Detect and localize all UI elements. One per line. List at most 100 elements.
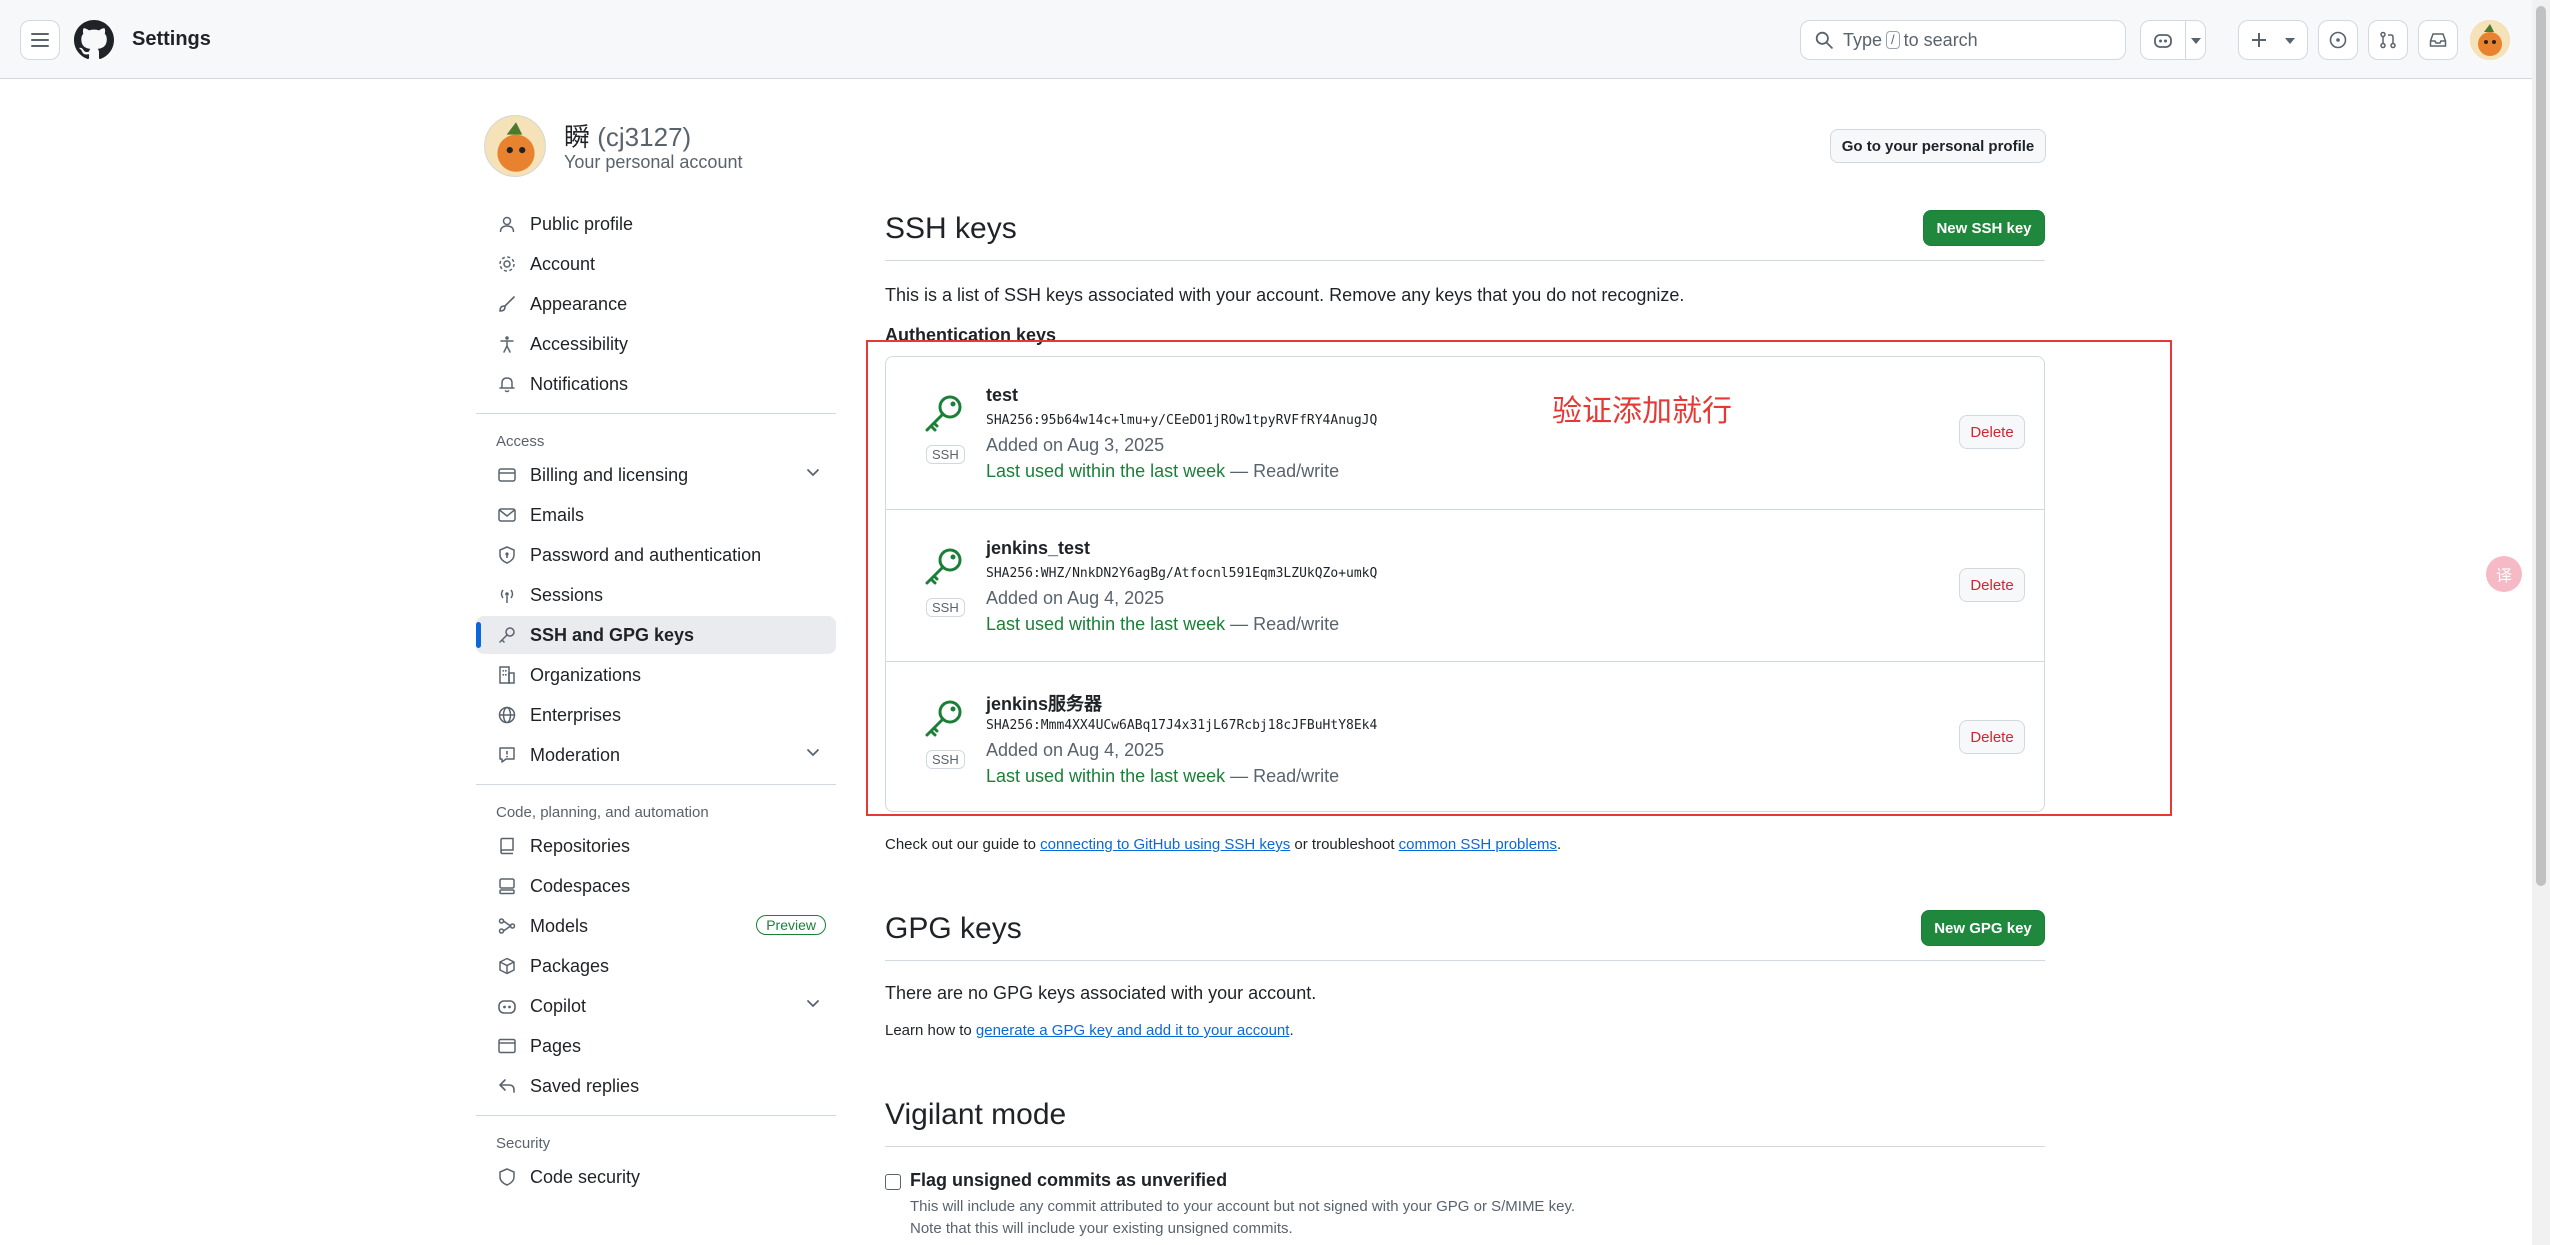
sidebar-item-label: Appearance [530, 293, 628, 314]
preview-badge: Preview [756, 915, 826, 935]
github-logo-icon[interactable] [74, 20, 114, 60]
sidebar-item-label: Pages [530, 1035, 582, 1056]
sidebar-item-label: Enterprises [530, 704, 622, 725]
sidebar-item-billing[interactable]: Billing and licensing [476, 456, 836, 494]
sidebar-heading-access: Access [496, 432, 545, 450]
flag-unsigned-label[interactable]: Flag unsigned commits as unverified [910, 1170, 1227, 1191]
chevron-down-icon[interactable] [806, 466, 820, 480]
ssh-guide-link[interactable]: connecting to GitHub using SSH keys [1040, 836, 1290, 853]
flag-unsigned-checkbox[interactable] [885, 1174, 901, 1190]
gpg-generate-link[interactable]: generate a GPG key and add it to your ac… [976, 1022, 1290, 1039]
globe-icon [496, 704, 518, 726]
sidebar-item-public-profile[interactable]: Public profile [476, 205, 836, 243]
profile-login: (cj3127) [597, 122, 692, 152]
issues-button[interactable] [2318, 20, 2358, 60]
new-ssh-key-button[interactable]: New SSH key [1923, 210, 2045, 246]
sidebar-item-emails[interactable]: Emails [476, 496, 836, 534]
translate-button[interactable]: 译 [2486, 556, 2522, 592]
sidebar-item-notifications[interactable]: Notifications [476, 365, 836, 403]
sidebar-item-pages[interactable]: Pages [476, 1027, 836, 1065]
go-to-profile-button[interactable]: Go to your personal profile [1830, 129, 2046, 163]
sidebar-item-password-auth[interactable]: Password and authentication [476, 536, 836, 574]
chevron-down-icon[interactable] [806, 746, 820, 760]
sidebar-item-organizations[interactable]: Organizations [476, 656, 836, 694]
report-icon [496, 744, 518, 766]
vigilant-help-1: This will include any commit attributed … [910, 1198, 1576, 1215]
sidebar-item-appearance[interactable]: Appearance [476, 285, 836, 323]
sidebar-item-account[interactable]: Account [476, 245, 836, 283]
issue-opened-icon [2329, 31, 2347, 49]
sidebar-divider [476, 1115, 836, 1116]
chevron-down-icon [2285, 38, 2295, 44]
sidebar-item-repositories[interactable]: Repositories [476, 827, 836, 865]
learn-text-post: . [1289, 1022, 1294, 1039]
inbox-button[interactable] [2418, 20, 2458, 60]
copilot-icon [496, 995, 518, 1017]
scrollbar-thumb[interactable] [2536, 6, 2546, 886]
user-avatar[interactable] [2470, 20, 2510, 60]
search-input[interactable]: Type / to search [1800, 20, 2126, 60]
sidebar-item-label: Account [530, 253, 596, 274]
sidebar-item-label: Password and authentication [530, 544, 762, 565]
vigilant-help-2: Note that this will include your existin… [910, 1220, 1293, 1237]
ssh-troubleshoot-link[interactable]: common SSH problems [1399, 836, 1557, 853]
browser-icon [496, 1035, 518, 1057]
sidebar-item-label: Public profile [530, 213, 634, 234]
sidebar-item-label: Repositories [530, 835, 631, 856]
sidebar-item-label: Billing and licensing [530, 464, 689, 485]
avatar-image-icon [485, 116, 545, 176]
ssh-guide-text: Check out our guide to connecting to Git… [885, 836, 1561, 853]
section-divider [885, 260, 2045, 261]
settings-sidebar: Public profile Account Appearance Access… [476, 205, 836, 1198]
key-icon [496, 624, 518, 646]
sidebar-item-sessions[interactable]: Sessions [476, 576, 836, 614]
sidebar-item-enterprises[interactable]: Enterprises [476, 696, 836, 734]
chevron-down-icon[interactable] [2191, 38, 2201, 44]
sidebar-item-label: Notifications [530, 373, 629, 394]
sidebar-item-moderation[interactable]: Moderation [476, 736, 836, 774]
learn-text-pre: Learn how to [885, 1022, 976, 1039]
annotation-box [866, 340, 2172, 816]
sidebar-item-ssh-gpg-keys[interactable]: SSH and GPG keys [476, 616, 836, 654]
profile-name: 瞬 (cj3127) [564, 117, 691, 154]
pull-requests-button[interactable] [2368, 20, 2408, 60]
search-placeholder-post: to search [1903, 29, 1978, 50]
sidebar-item-models[interactable]: Models Preview [476, 907, 836, 945]
copilot-button[interactable] [2140, 20, 2206, 60]
sidebar-item-codespaces[interactable]: Codespaces [476, 867, 836, 905]
chevron-down-icon[interactable] [806, 997, 820, 1011]
sidebar-item-code-security[interactable]: Code security [476, 1158, 836, 1196]
annotation-text: 验证添加就行 [1552, 395, 1732, 428]
sidebar-divider [476, 784, 836, 785]
inbox-icon [2429, 33, 2447, 47]
page-scrollbar[interactable] [2532, 0, 2550, 1245]
search-placeholder-pre: Type [1843, 29, 1883, 50]
sidebar-item-copilot[interactable]: Copilot [476, 987, 836, 1025]
search-shortcut-key: / [1886, 31, 1900, 49]
sidebar-item-saved-replies[interactable]: Saved replies [476, 1067, 836, 1105]
gpg-empty-text: There are no GPG keys associated with yo… [885, 983, 1317, 1003]
search-icon [1815, 31, 1833, 49]
sidebar-item-accessibility[interactable]: Accessibility [476, 325, 836, 363]
sidebar-heading-security: Security [496, 1134, 551, 1152]
vigilant-mode-title: Vigilant mode [885, 1098, 1067, 1131]
header-title[interactable]: Settings [132, 28, 211, 51]
app-header: Settings Type / to search [0, 0, 2532, 79]
shield-icon [496, 1166, 518, 1188]
accessibility-icon [496, 333, 518, 355]
sidebar-item-label: Emails [530, 504, 585, 525]
organization-icon [496, 664, 518, 686]
menu-button[interactable] [20, 20, 60, 60]
profile-avatar [484, 115, 546, 177]
sidebar-item-label: Packages [530, 955, 610, 976]
create-new-button[interactable] [2238, 20, 2308, 60]
sidebar-item-label: Accessibility [530, 333, 629, 354]
guide-text-post: . [1557, 836, 1562, 853]
sidebar-heading-code: Code, planning, and automation [496, 803, 709, 821]
ssh-description: This is a list of SSH keys associated wi… [885, 285, 1685, 305]
package-icon [496, 955, 518, 977]
sidebar-item-packages[interactable]: Packages [476, 947, 836, 985]
new-gpg-key-button[interactable]: New GPG key [1921, 910, 2045, 946]
sidebar-item-label: Codespaces [530, 875, 631, 896]
paintbrush-icon [496, 293, 518, 315]
